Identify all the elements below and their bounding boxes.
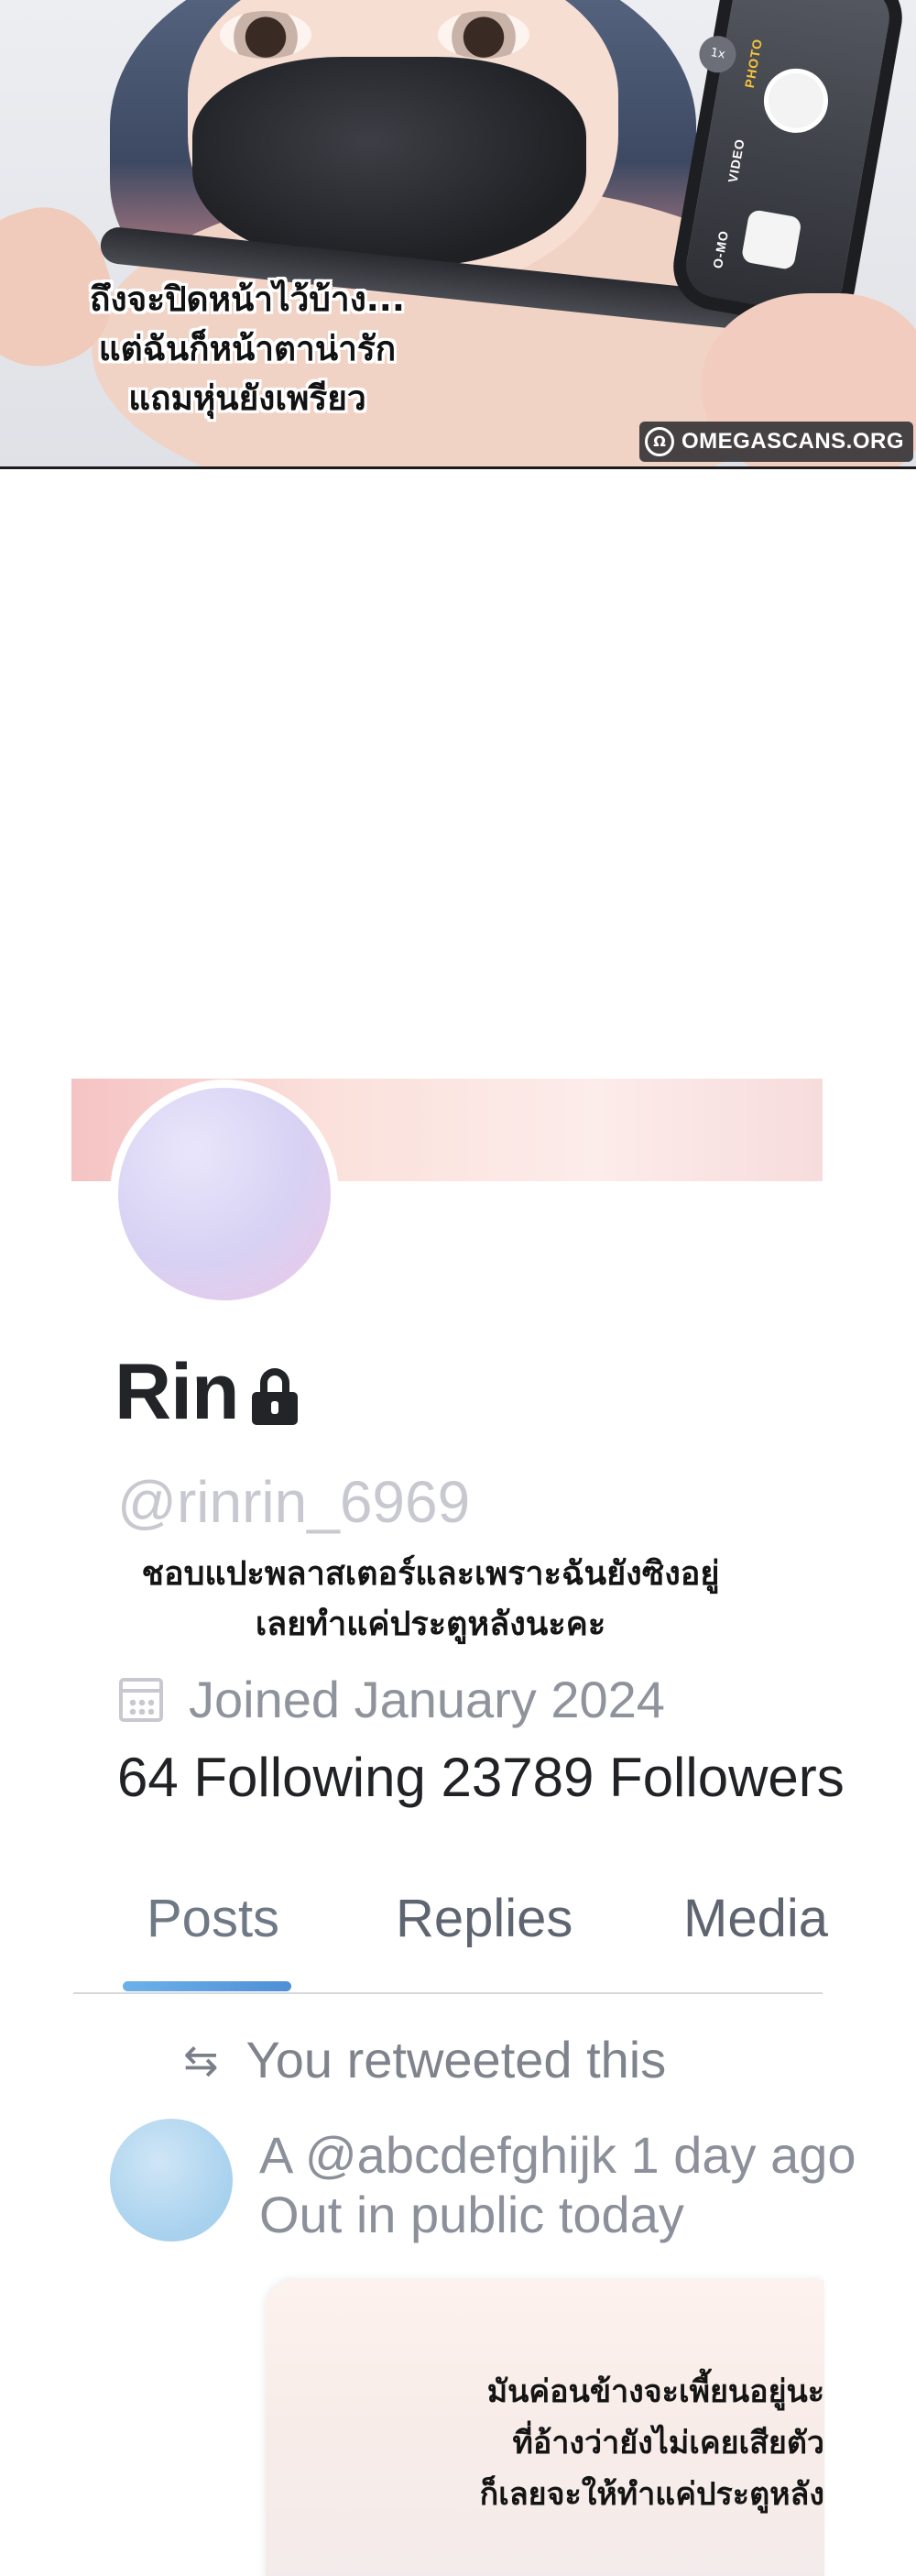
profile-handle: @rinrin_6969 [117, 1469, 471, 1535]
face-mask [192, 57, 586, 268]
comic-panel-selfie: 1x PHOTO VIDEO O-MO ถึงจะปิดหน้าไว้บ้าง.… [0, 0, 916, 469]
tab-replies[interactable]: Replies [396, 1888, 572, 1949]
post-meta: A @abcdefghijk 1 day ago [259, 2126, 856, 2184]
camera-mode-video[interactable]: VIDEO [725, 137, 747, 184]
caption-line: ที่อ้างว่ายังไม่เคยเสียตัว [512, 2425, 825, 2461]
phone-camera-screen: 1x PHOTO VIDEO O-MO [666, 0, 910, 334]
character-left-eye [220, 11, 311, 59]
tab-posts[interactable]: Posts [147, 1888, 279, 1949]
retweet-label: You retweeted this [245, 2031, 667, 2088]
site-watermark: Ω OMEGASCANS.ORG [639, 422, 914, 462]
lock-icon [251, 1367, 298, 1425]
follow-stats[interactable]: 64 Following 23789 Followers [117, 1746, 845, 1809]
post-author-avatar[interactable] [110, 2119, 233, 2242]
camera-gallery-thumbnail[interactable] [740, 208, 802, 271]
caption-line: มันค่อนข้างจะเพี้ยนอยู่นะ [486, 2373, 824, 2410]
camera-mode-slomo[interactable]: O-MO [710, 229, 731, 269]
profile-tabs: Posts Replies Media [73, 1888, 828, 1994]
caption-line: แต่ฉันก็หน้าตาน่ารัก [98, 329, 397, 368]
avatar-image [118, 1088, 331, 1300]
calendar-icon [119, 1677, 163, 1722]
speech-caption: ถึงจะปิดหน้าไว้บ้าง... แต่ฉันก็หน้าตาน่า… [55, 275, 440, 423]
profile-name: Rin [114, 1348, 240, 1436]
joined-date-row: Joined January 2024 [119, 1670, 665, 1729]
bio-line: ชอบแปะพลาสเตอร์และเพราะฉันยังซิงอยู่ [141, 1555, 720, 1593]
watermark-text: OMEGASCANS.ORG [682, 429, 905, 454]
profile-bio: ชอบแปะพลาสเตอร์และเพราะฉันยังซิงอยู่ เลย… [92, 1549, 769, 1650]
retweet-icon: ⇆ [183, 2034, 219, 2085]
caption-line: ก็เลยจะให้ทำแค่ประตูหลัง [479, 2476, 824, 2513]
active-tab-indicator [123, 1981, 291, 1991]
camera-shutter-button[interactable] [758, 63, 834, 138]
profile-name-row: Rin [114, 1347, 298, 1438]
post-text: Out in public today [259, 2186, 684, 2243]
tab-media[interactable]: Media [683, 1888, 828, 1949]
camera-zoom-button[interactable]: 1x [696, 33, 739, 76]
character-right-eye [438, 11, 529, 59]
caption-line: ถึงจะปิดหน้าไว้บ้าง... [90, 280, 405, 319]
profile-avatar[interactable] [110, 1080, 339, 1309]
bio-line: เลยทำแค่ประตูหลังนะคะ [255, 1606, 606, 1643]
camera-mode-photo[interactable]: PHOTO [742, 38, 765, 89]
caption-line: แถมหุ่นยังเพรียว [128, 378, 366, 418]
retweet-notice: ⇆ You retweeted this [183, 2030, 666, 2089]
joined-date: Joined January 2024 [189, 1671, 665, 1728]
omega-logo-icon: Ω [645, 427, 674, 456]
speech-caption-2: มันค่อนข้างจะเพี้ยนอยู่นะ ที่อ้างว่ายังไ… [431, 2366, 824, 2520]
